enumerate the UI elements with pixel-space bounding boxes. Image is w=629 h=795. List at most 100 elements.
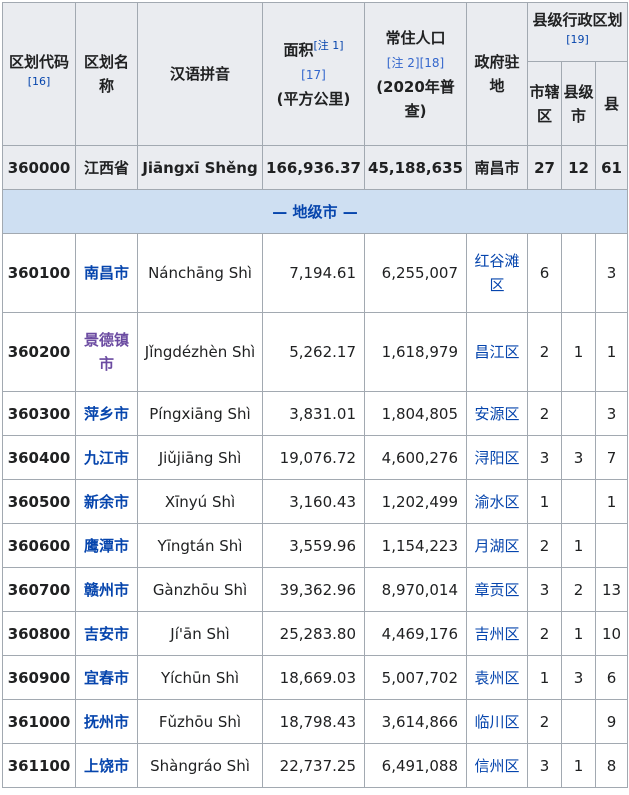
county-city-count-cell: 1 [561, 611, 596, 656]
seat-link[interactable]: 昌江区 [474, 343, 519, 361]
city-area-cell: 5,262.17 [262, 312, 365, 392]
city-area-cell: 18,798.43 [262, 699, 365, 744]
city-population: 5,007,702 [381, 668, 458, 687]
county-count-cell: 10 [595, 611, 628, 656]
county-city-count-cell: 2 [561, 567, 596, 612]
city-name-link[interactable]: 宜春市 [84, 669, 129, 687]
seat-cell: 红谷滩区 [466, 233, 528, 313]
city-name-link[interactable]: 萍乡市 [84, 405, 129, 423]
city-name-cell: 宜春市 [75, 655, 138, 700]
city-population: 4,469,176 [381, 624, 458, 643]
district-count-cell: 3 [527, 743, 562, 788]
city-code-cell: 360500 [2, 479, 76, 524]
county-count: 1 [606, 343, 617, 361]
district-count: 1 [539, 668, 550, 687]
city-name-cell: 九江市 [75, 435, 138, 480]
seat-link[interactable]: 浔阳区 [474, 449, 519, 467]
city-name-link[interactable]: 南昌市 [84, 264, 129, 282]
city-name-link[interactable]: 抚州市 [84, 713, 129, 731]
city-pinyin-cell: Jǐngdézhèn Shì [137, 312, 263, 392]
col-header-area: 面积[注 1] [17] (平方公里) [262, 2, 365, 146]
table-row: 360600 鹰潭市 Yīngtán Shì 3,559.96 1,154,223 月湖区… [2, 523, 628, 568]
city-code-cell: 360100 [2, 233, 76, 313]
city-code: 360600 [7, 536, 71, 555]
city-area: 19,076.72 [279, 448, 356, 467]
city-pinyin: Shàngráo Shì [150, 756, 250, 775]
province-pinyin: Jiāngxī Shěng [137, 145, 263, 190]
ref-link-19[interactable]: [19] [566, 33, 589, 46]
city-name-link[interactable]: 吉安市 [84, 625, 129, 643]
seat-cell: 安源区 [466, 391, 528, 436]
city-pinyin-cell: Fǔzhōu Shì [137, 699, 263, 744]
county-count-cell: 6 [595, 655, 628, 700]
ref-link-note2-18[interactable]: [注 2][18] [387, 56, 444, 70]
city-pinyin: Yīngtán Shì [157, 536, 243, 555]
col-header-districts: 市辖区 [527, 61, 562, 146]
district-count: 6 [539, 264, 550, 282]
city-area-cell: 7,194.61 [262, 233, 365, 313]
county-count: 9 [606, 712, 617, 731]
city-pinyin: Jí'ān Shì [170, 624, 230, 643]
city-pinyin-cell: Nánchāng Shì [137, 233, 263, 313]
district-count: 3 [539, 448, 550, 467]
city-name-link[interactable]: 上饶市 [84, 757, 129, 775]
county-city-count-cell: 3 [561, 435, 596, 480]
city-code-cell: 360600 [2, 523, 76, 568]
city-code: 361000 [7, 712, 71, 731]
province-counties: 61 [595, 145, 628, 190]
city-pinyin-cell: Gànzhōu Shì [137, 567, 263, 612]
ref-link-17[interactable]: [17] [301, 68, 326, 82]
seat-link[interactable]: 袁州区 [474, 669, 519, 687]
table-row: 360300 萍乡市 Píngxiāng Shì 3,831.01 1,804,805 安… [2, 391, 628, 436]
table-row: 360700 赣州市 Gànzhōu Shì 39,362.96 8,970,014 章贡… [2, 567, 628, 612]
county-count-cell: 3 [595, 233, 628, 313]
note-link-1[interactable]: [注 1] [313, 39, 343, 52]
city-population-cell: 1,804,805 [364, 391, 467, 436]
city-population-cell: 4,600,276 [364, 435, 467, 480]
city-area: 3,559.96 [289, 536, 356, 555]
col-header-county-cities: 县级市 [561, 61, 596, 146]
district-count: 3 [539, 580, 550, 599]
city-area: 39,362.96 [279, 580, 356, 599]
city-code-cell: 360900 [2, 655, 76, 700]
table-row: 360500 新余市 Xīnyú Shì 3,160.43 1,202,499 渝水区 1 1 [2, 479, 628, 524]
seat-link[interactable]: 安源区 [474, 405, 519, 423]
city-population-cell: 3,614,866 [364, 699, 467, 744]
table-row: 360100 南昌市 Nánchāng Shì 7,194.61 6,255,007 红谷… [2, 233, 628, 313]
province-districts: 27 [527, 145, 562, 190]
city-name-link[interactable]: 九江市 [84, 449, 129, 467]
city-name-link[interactable]: 新余市 [84, 493, 129, 511]
district-count-cell: 2 [527, 699, 562, 744]
city-population: 1,618,979 [381, 343, 458, 361]
col-header-name: 区划名称 [75, 2, 138, 146]
city-area: 18,798.43 [279, 712, 356, 731]
seat-link[interactable]: 渝水区 [474, 493, 519, 511]
district-count-cell: 2 [527, 391, 562, 436]
table-row: 360200 景德镇市 Jǐngdézhèn Shì 5,262.17 1,618,97… [2, 312, 628, 392]
county-city-count-cell: 1 [561, 312, 596, 392]
seat-link[interactable]: 章贡区 [474, 581, 519, 599]
divisions-table: 区划代码[16] 区划名称 汉语拼音 面积[注 1] [17] (平方公里) 常… [2, 2, 628, 788]
city-code-cell: 361100 [2, 743, 76, 788]
seat-link[interactable]: 月湖区 [474, 537, 519, 555]
district-count: 2 [539, 624, 550, 643]
county-city-count: 1 [573, 343, 584, 361]
city-name-link[interactable]: 鹰潭市 [84, 537, 129, 555]
table-row: 360900 宜春市 Yíchūn Shì 18,669.03 5,007,702 袁州区… [2, 655, 628, 700]
city-code-cell: 360800 [2, 611, 76, 656]
county-city-count: 3 [573, 668, 584, 687]
city-area-cell: 3,831.01 [262, 391, 365, 436]
province-area: 166,936.37 [262, 145, 365, 190]
seat-link[interactable]: 红谷滩区 [474, 252, 519, 294]
seat-cell: 昌江区 [466, 312, 528, 392]
county-count: 3 [606, 264, 617, 282]
seat-link[interactable]: 临川区 [474, 713, 519, 731]
city-name-link[interactable]: 赣州市 [84, 581, 129, 599]
district-count-cell: 2 [527, 523, 562, 568]
seat-link[interactable]: 信州区 [474, 757, 519, 775]
seat-link[interactable]: 吉州区 [474, 625, 519, 643]
city-name-link[interactable]: 景德镇市 [84, 331, 129, 373]
ref-link-16[interactable]: [16] [28, 75, 51, 88]
county-city-count-cell [561, 233, 596, 313]
city-code-cell: 360200 [2, 312, 76, 392]
